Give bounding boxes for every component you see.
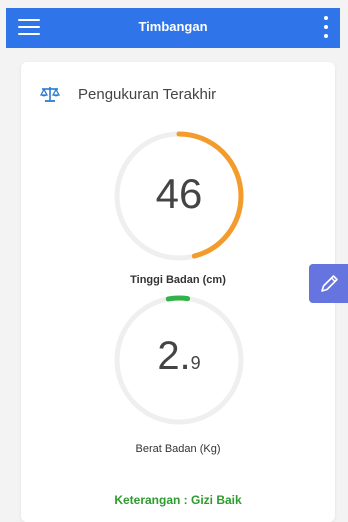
edit-button[interactable] <box>309 264 348 303</box>
weight-label: Berat Badan (Kg) <box>135 443 221 455</box>
height-value: 46 <box>155 170 203 217</box>
height-gauge: 46 <box>113 130 245 262</box>
weight-value: 2.9 <box>113 334 245 379</box>
card-title: Pengukuran Terakhir <box>78 86 217 103</box>
status-text: Keterangan : Gizi Baik <box>114 493 242 507</box>
height-label: Tinggi Badan (cm) <box>130 274 226 286</box>
more-vertical-icon[interactable] <box>322 14 330 42</box>
page-title: Timbangan <box>138 19 208 34</box>
weight-value-decimal: 9 <box>190 353 201 373</box>
app-bar: Timbangan <box>6 8 340 48</box>
pencil-icon <box>321 275 338 292</box>
measurement-card: Pengukuran Terakhir 46 Tinggi Badan (cm)… <box>21 62 335 522</box>
scale-balance-icon <box>40 87 60 102</box>
weight-gauge: 2.9 <box>113 294 245 426</box>
weight-value-integer: 2. <box>157 334 191 378</box>
